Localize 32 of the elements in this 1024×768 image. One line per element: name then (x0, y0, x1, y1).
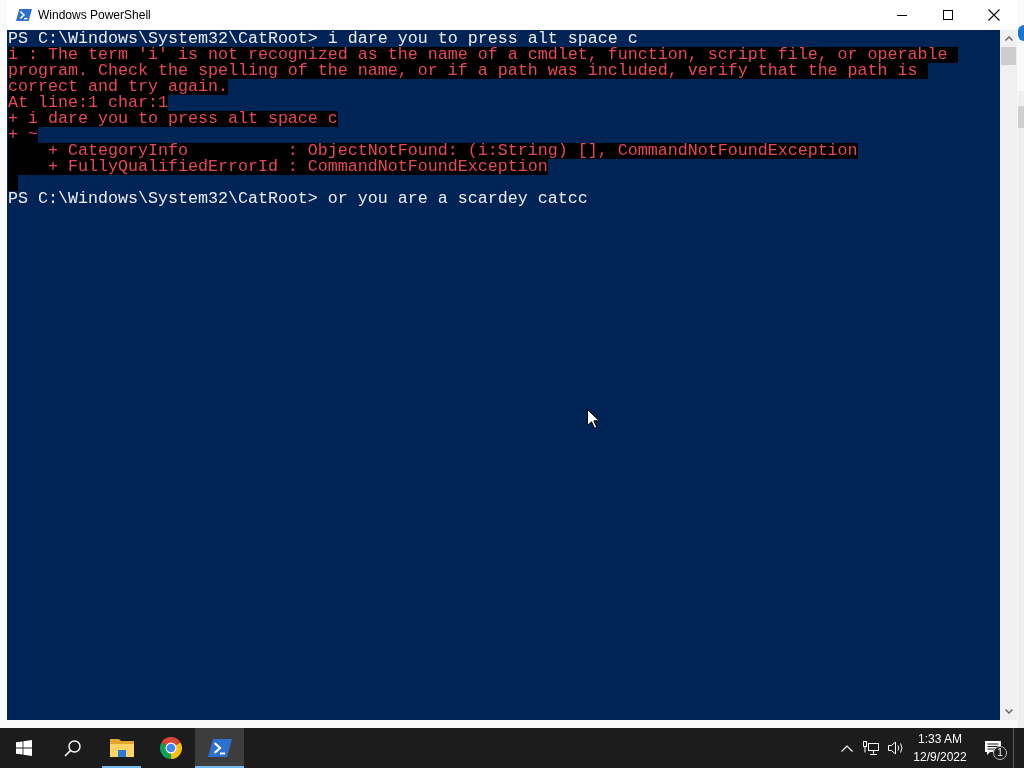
maximize-icon (943, 10, 953, 20)
clock-button[interactable]: 1:33 AM 12/9/2022 (908, 728, 972, 768)
chevron-down-icon (1004, 709, 1013, 714)
error-text: + ~ (8, 127, 38, 143)
error-text: + i dare you to press alt space c (8, 111, 338, 127)
folder-icon (109, 738, 134, 758)
notification-count: 1 (993, 746, 1007, 760)
mouse-pointer-icon (587, 409, 600, 429)
taskbar-app-button[interactable] (195, 728, 244, 768)
error-text: i : The term 'i' is not recognized as the name of a cmdlet, function, script file, or operable (8, 47, 958, 63)
error-text: At line:1 char:1 (8, 95, 168, 111)
windows-logo-icon (16, 740, 32, 756)
browser-icon (158, 736, 183, 760)
minimize-icon (897, 14, 907, 16)
command-line: PS C:\Windows\System32\CatRoot> i dare you to press alt space c (8, 31, 638, 47)
notification-button[interactable]: 1 (972, 728, 1013, 768)
speaker-icon (887, 741, 904, 755)
scrollbar-thumb[interactable] (1001, 47, 1016, 65)
network-icon (863, 741, 879, 755)
scrollbar-track[interactable] (1000, 30, 1017, 720)
error-text: + FullyQualifiedErrorId : CommandNotFoundException (8, 159, 548, 175)
powershell-icon (207, 738, 232, 758)
error-text: correct and try again. (8, 79, 228, 95)
error-text: + CategoryInfo : ObjectNotFound: (i:String) [], CommandNotFoundException (8, 143, 858, 159)
close-icon (988, 9, 1000, 21)
error-text: program. Check the spelling of the name, or if a path was included, verify that the path is (8, 63, 928, 79)
window-title: Windows PowerShell (38, 7, 151, 23)
powershell-icon (16, 8, 32, 22)
search-icon (63, 739, 81, 757)
chevron-up-icon (841, 744, 853, 752)
command-line: PS C:\Windows\System32\CatRoot> or you are a scardey catcc (8, 191, 588, 207)
chevron-up-icon (1004, 36, 1013, 41)
